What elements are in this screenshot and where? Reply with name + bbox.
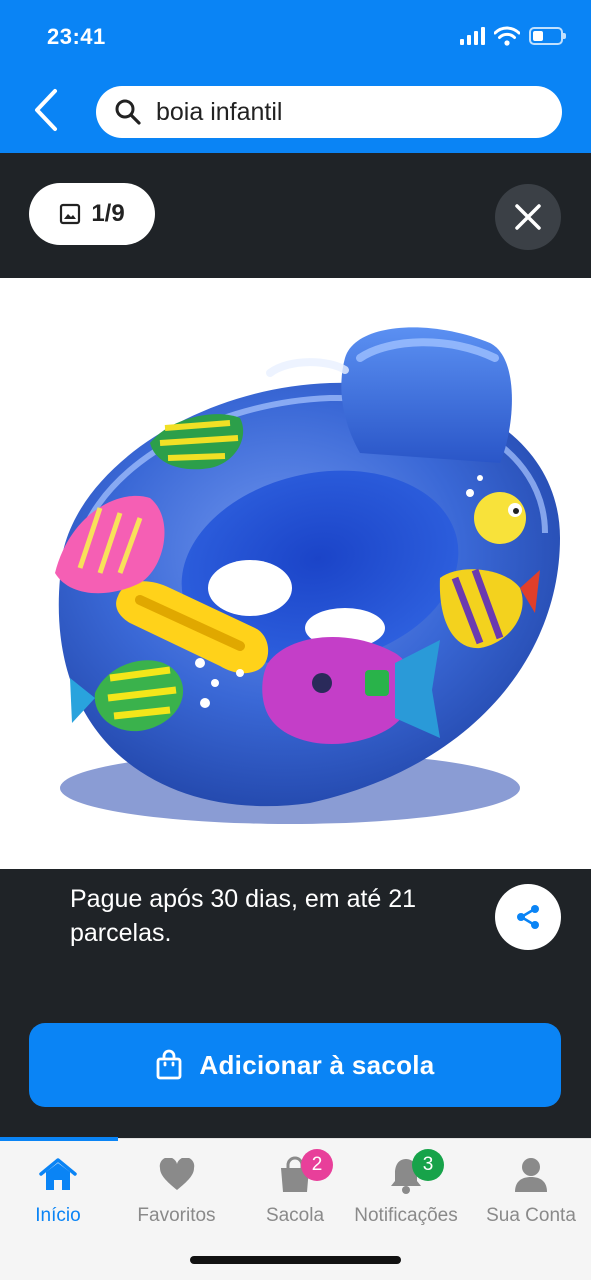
tab-sacola[interactable]: 2 Sacola (259, 1139, 333, 1239)
wifi-icon (494, 26, 520, 46)
heart-icon (159, 1158, 194, 1190)
search-bar[interactable] (96, 86, 562, 138)
bag-icon (157, 1049, 182, 1080)
tab-notificacoes[interactable]: 3 Notificações (350, 1139, 462, 1239)
search-input[interactable] (156, 97, 536, 127)
share-icon (517, 905, 539, 929)
tab-label: Início (35, 1205, 81, 1226)
tab-label: Sacola (265, 1205, 325, 1226)
close-gallery-button[interactable] (495, 184, 561, 250)
image-counter: 1/9 (29, 183, 155, 245)
status-icons (460, 26, 566, 46)
sacola-count-badge: 2 (301, 1149, 333, 1181)
share-button[interactable] (495, 884, 561, 950)
battery-icon (529, 27, 566, 45)
tab-label: Notificações (354, 1205, 458, 1226)
tab-label: Favoritos (137, 1205, 216, 1226)
home-indicator (190, 1256, 401, 1264)
image-icon (60, 203, 81, 225)
tab-label: Sua Conta (486, 1205, 576, 1226)
user-icon (515, 1158, 547, 1192)
product-image (55, 327, 561, 824)
add-to-bag-label: Adicionar à sacola (199, 1049, 435, 1080)
payment-terms-text: Pague após 30 dias, em até 21 parcelas. (70, 885, 417, 947)
add-to-bag-button[interactable]: Adicionar à sacola (29, 1023, 561, 1107)
tab-sua-conta[interactable]: Sua Conta (478, 1139, 584, 1239)
cellular-signal-icon (460, 27, 485, 45)
close-icon (515, 204, 541, 230)
back-button[interactable] (24, 86, 68, 134)
tab-inicio[interactable]: Início (22, 1139, 94, 1239)
product-image-area[interactable] (0, 278, 591, 869)
home-icon (39, 1158, 77, 1190)
chevron-left-icon (35, 89, 57, 131)
status-time: 23:41 (47, 24, 106, 49)
app-header: 23:41 (0, 0, 591, 153)
image-counter-text: 1/9 (91, 200, 125, 227)
search-icon (115, 99, 141, 125)
notificacoes-count-badge: 3 (412, 1149, 444, 1181)
tab-favoritos[interactable]: Favoritos (124, 1139, 229, 1239)
